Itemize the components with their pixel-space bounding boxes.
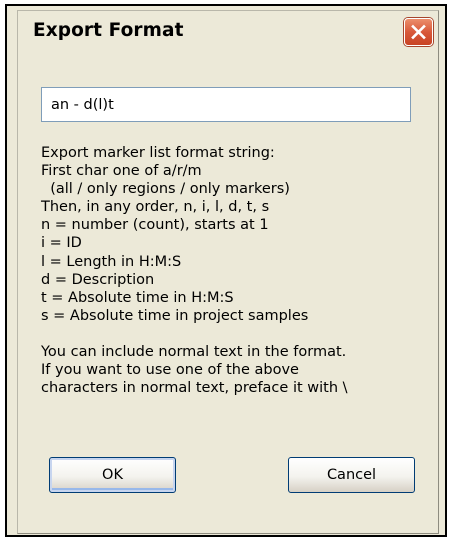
help-line xyxy=(41,325,431,343)
close-button[interactable] xyxy=(404,18,433,46)
help-line: (all / only regions / only markers) xyxy=(41,181,290,198)
export-format-dialog: Export Format Export marker list format … xyxy=(17,10,439,534)
format-help-text: Export marker list format string: First c… xyxy=(41,144,431,397)
dialog-content: Export marker list format string: First c… xyxy=(18,51,438,533)
dialog-title: Export Format xyxy=(33,20,184,41)
help-line: First char one of a/r/m xyxy=(41,163,202,180)
window-frame: Export Format Export marker list format … xyxy=(5,4,447,537)
ok-button[interactable]: OK xyxy=(49,457,176,493)
help-line: Then, in any order, n, i, l, d, t, s xyxy=(41,199,270,216)
help-line: l = Length in H:M:S xyxy=(41,253,182,270)
help-line: If you want to use one of the above xyxy=(41,362,299,379)
cancel-button[interactable]: Cancel xyxy=(288,457,415,493)
help-line: d = Description xyxy=(41,271,155,288)
format-string-input[interactable] xyxy=(41,87,411,122)
help-line: You can include normal text in the forma… xyxy=(41,344,347,361)
help-line: Export marker list format string: xyxy=(41,145,275,161)
help-line: s = Absolute time in project samples xyxy=(41,307,309,324)
title-bar: Export Format xyxy=(18,11,438,51)
close-icon xyxy=(411,24,426,40)
help-line: n = number (count), starts at 1 xyxy=(41,217,269,234)
help-line: characters in normal text, preface it wi… xyxy=(41,380,348,397)
help-line: t = Absolute time in H:M:S xyxy=(41,289,234,306)
help-line: i = ID xyxy=(41,235,82,252)
